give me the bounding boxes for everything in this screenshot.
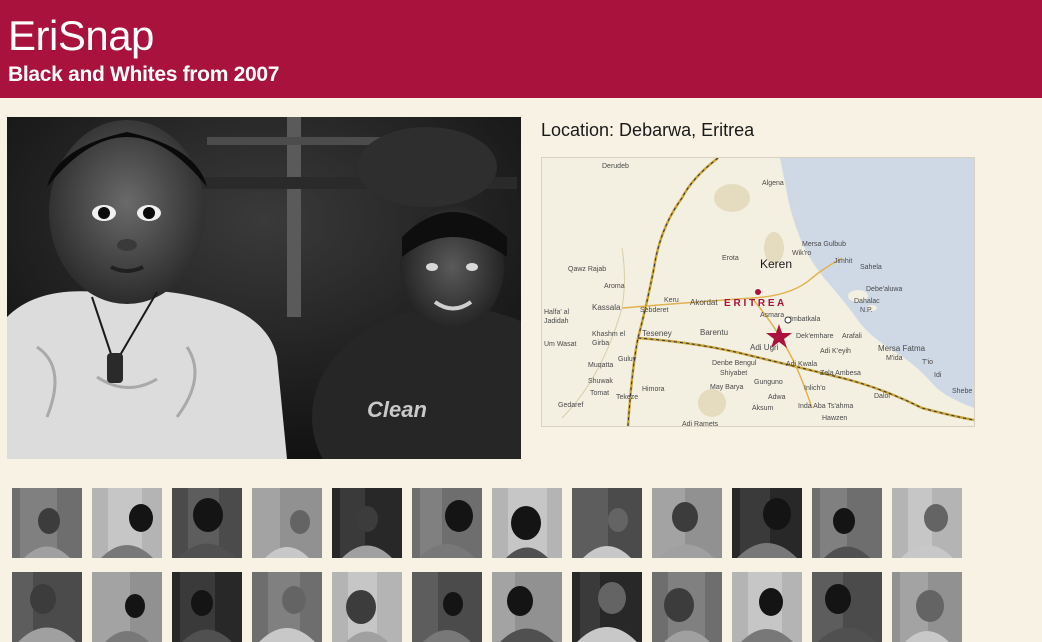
map-place-label: Adi Ramets <box>682 421 719 426</box>
photo-thumbnail[interactable] <box>812 488 882 558</box>
map-place-label: Halfa' al <box>544 309 570 316</box>
map-place-label: Khashm el <box>592 331 626 338</box>
map-place-label: Muqatta <box>588 362 613 369</box>
map-place-label: Teseney <box>642 329 672 338</box>
map-place-label: Aksum <box>752 405 774 412</box>
map-place-label: Tekeze <box>616 394 638 401</box>
site-title[interactable]: EriSnap <box>8 12 154 60</box>
svg-text:Clean: Clean <box>367 397 427 422</box>
map-place-label: Jimhit <box>834 258 852 265</box>
map-place-label: Shiyabet <box>720 370 747 377</box>
photo-thumbnail[interactable] <box>652 488 722 558</box>
map-place-label: E R I T R E A <box>724 298 784 309</box>
photo-thumbnail[interactable] <box>172 572 242 642</box>
map-place-label: Mersa Gulbub <box>802 241 846 248</box>
map-place-label: Inda Aba Ts'ahma <box>798 403 853 410</box>
map-place-label: Sebderet <box>640 307 668 314</box>
location-label: Location: Debarwa, Eritrea <box>541 120 755 140</box>
map-place-label: M'ida <box>886 355 903 362</box>
map-place-label: Mersa Fatma <box>878 344 926 353</box>
map-place-label: Keru <box>664 297 679 304</box>
photo-thumbnail[interactable] <box>892 488 962 558</box>
photo-thumbnail[interactable] <box>572 572 642 642</box>
map-place-label: Barentu <box>700 328 728 337</box>
map-place-label: Algena <box>762 180 784 187</box>
map-place-label: Shuwak <box>588 378 613 385</box>
map-place-label: T'io <box>922 359 933 366</box>
map-place-label: Derudeb <box>602 163 629 170</box>
map-place-label: Um Wasat <box>544 341 576 348</box>
map-place-label: Gunguno <box>754 379 783 386</box>
photo-thumbnail[interactable] <box>812 572 882 642</box>
photo-thumbnail[interactable] <box>572 488 642 558</box>
map-place-label: Adi K'eyih <box>820 348 851 355</box>
map-place-label: Himora <box>642 386 665 393</box>
map-place-label: Adwa <box>768 394 786 401</box>
map-place-label: Qawz Rajab <box>568 266 606 273</box>
photo-thumbnail[interactable] <box>92 572 162 642</box>
map-place-label: Gedaref <box>558 402 583 409</box>
map-place-label: Denbe Bengul <box>712 360 757 367</box>
photo-thumbnail[interactable] <box>732 488 802 558</box>
photo-thumbnail[interactable] <box>892 572 962 642</box>
map-place-label: Imbatkala <box>790 316 820 323</box>
map-place-label: Dalol <box>874 393 890 400</box>
map-place-label: Adi Kwala <box>786 361 817 368</box>
map-place-label: Dek'emhare <box>796 333 834 340</box>
location-map[interactable]: Derudeb Algena Mersa Gulbub Sahela Debe'aluw… <box>541 157 975 427</box>
photo-thumbnail[interactable] <box>172 488 242 558</box>
map-place-label: Keren <box>760 257 792 271</box>
site-subtitle: Black and Whites from 2007 <box>8 63 280 86</box>
map-place-label: Arafali <box>842 333 862 340</box>
photo-thumbnail[interactable] <box>252 488 322 558</box>
map-place-label: Jadidah <box>544 318 569 325</box>
map-place-label: Hawzen <box>822 415 847 422</box>
map-place-label: May Barya <box>710 384 744 391</box>
map-place-label: Sahela <box>860 264 882 271</box>
photo-thumbnail[interactable] <box>332 488 402 558</box>
map-place-label: Dahalac <box>854 298 880 305</box>
map-place-label: Shebe <box>952 388 972 395</box>
map-place-label: Adi Ugri <box>750 343 779 352</box>
photo-thumbnail[interactable] <box>732 572 802 642</box>
map-place-label: Girba <box>592 340 609 347</box>
photo-thumbnail[interactable] <box>492 572 562 642</box>
map-place-label: Inlich'o <box>804 385 826 392</box>
map-place-label: Debe'aluwa <box>866 286 902 293</box>
photo-thumbnail[interactable] <box>12 572 82 642</box>
map-place-label: Asmara <box>760 312 784 319</box>
photo-thumbnail[interactable] <box>332 572 402 642</box>
photo-thumbnail[interactable] <box>92 488 162 558</box>
map-place-label: Wik'ro <box>792 250 811 257</box>
map-place-label: Tomat <box>590 390 609 397</box>
site-header: EriSnap Black and Whites from 2007 <box>0 0 1042 98</box>
photo-thumbnail[interactable] <box>12 488 82 558</box>
photo-thumbnail[interactable] <box>492 488 562 558</box>
main-photo: Clean <box>7 117 521 459</box>
photo-thumbnail[interactable] <box>252 572 322 642</box>
map-place-label: Zela Ambesa <box>820 370 861 377</box>
photo-thumbnail[interactable] <box>412 572 482 642</box>
map-place-label: Erota <box>722 255 739 262</box>
map-place-label: Akordat <box>690 298 718 307</box>
map-place-label: Aroma <box>604 283 625 290</box>
photo-thumbnail[interactable] <box>652 572 722 642</box>
photo-thumbnail[interactable] <box>412 488 482 558</box>
map-place-label: N.P. <box>860 307 873 314</box>
map-place-label: Guluy <box>618 356 637 363</box>
map-place-label: Idi <box>934 372 942 379</box>
map-place-label: Kassala <box>592 303 621 312</box>
